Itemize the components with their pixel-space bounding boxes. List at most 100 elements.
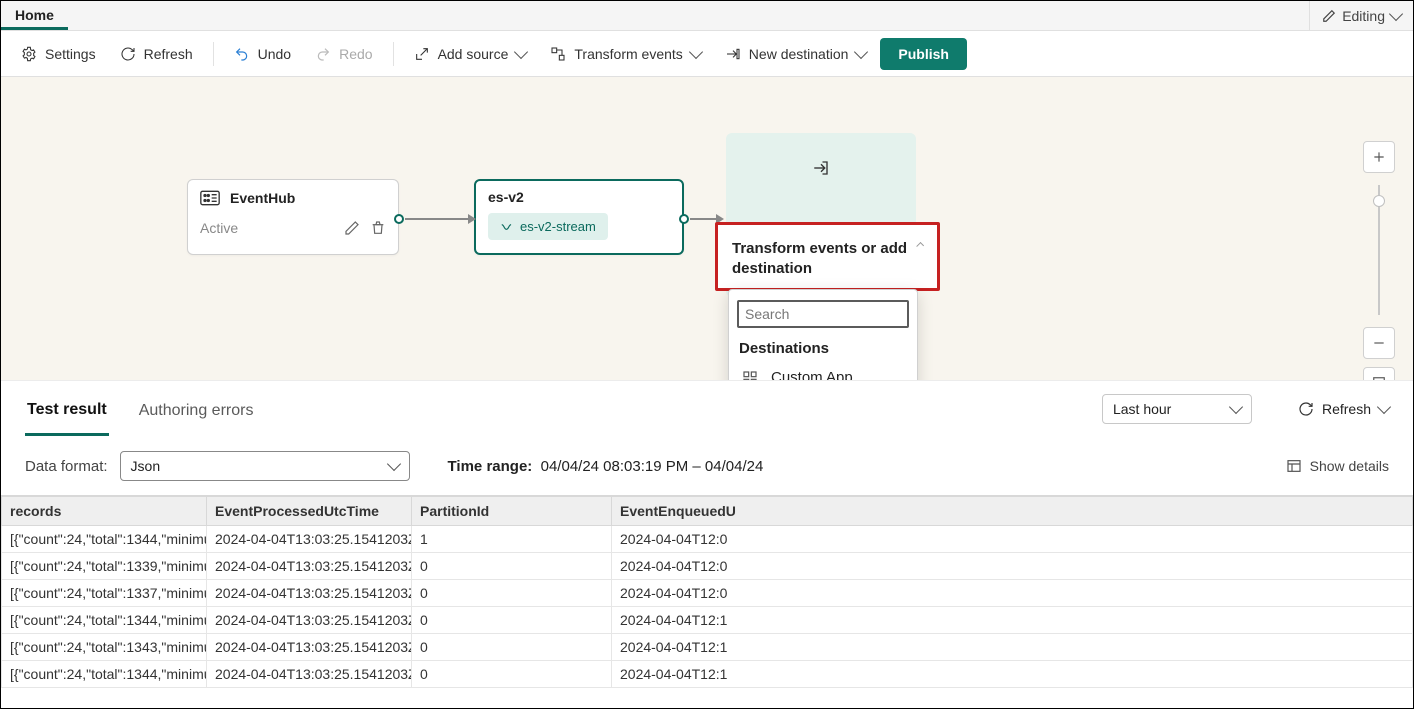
new-destination-button[interactable]: New destination <box>715 40 877 68</box>
table-cell: [{"count":24,"total":1343,"minimum" <box>2 634 207 661</box>
table-row[interactable]: [{"count":24,"total":1344,"minimum"2024-… <box>2 661 1413 688</box>
transform-icon <box>550 46 566 62</box>
table-cell: 2024-04-04T12:0 <box>612 526 1413 553</box>
table-row[interactable]: [{"count":24,"total":1344,"minimum"2024-… <box>2 607 1413 634</box>
results-refresh-button[interactable]: Refresh <box>1298 401 1389 417</box>
table-row[interactable]: [{"count":24,"total":1344,"minimum"2024-… <box>2 526 1413 553</box>
transform-events-button[interactable]: Transform events <box>540 40 710 68</box>
chevron-down-icon <box>1389 6 1403 20</box>
col-records[interactable]: records <box>2 497 207 526</box>
popup-title: Transform events or add destination <box>732 239 918 278</box>
add-source-icon <box>414 46 430 62</box>
transform-menu: Search Destinations Custom App Lakehouse… <box>728 289 918 381</box>
results-refresh-label: Refresh <box>1322 401 1371 417</box>
pencil-icon <box>1322 9 1336 23</box>
table-row[interactable]: [{"count":24,"total":1339,"minimum"2024-… <box>2 553 1413 580</box>
zoom-in-button[interactable] <box>1363 141 1395 173</box>
chevron-down-icon <box>1229 400 1243 414</box>
table-cell: 2024-04-04T12:1 <box>612 634 1413 661</box>
eventhub-title: EventHub <box>230 190 295 206</box>
destination-icon <box>725 46 741 62</box>
new-destination-label: New destination <box>749 46 849 62</box>
table-cell: 2024-04-04T13:03:25.1541203Z <box>207 634 412 661</box>
table-cell: 1 <box>412 526 612 553</box>
connector <box>690 218 718 220</box>
table-cell: 2024-04-04T13:03:25.1541203Z <box>207 661 412 688</box>
node-eventhub[interactable]: EventHub Active <box>187 179 399 255</box>
transform-popup-header[interactable]: Transform events or add destination <box>715 222 940 291</box>
stream-title: es-v2 <box>488 189 670 205</box>
col-enqueued[interactable]: EventEnqueuedU <box>612 497 1413 526</box>
table-cell: 2024-04-04T12:0 <box>612 553 1413 580</box>
table-cell: 0 <box>412 553 612 580</box>
table-cell: 0 <box>412 580 612 607</box>
zoom-slider[interactable] <box>1378 185 1380 315</box>
settings-button[interactable]: Settings <box>11 40 106 68</box>
tab-home[interactable]: Home <box>1 1 68 30</box>
menu-item-label: Custom App <box>771 369 853 381</box>
table-cell: 2024-04-04T13:03:25.1541203Z <box>207 553 412 580</box>
table-cell: 2024-04-04T13:03:25.1541203Z <box>207 607 412 634</box>
undo-button[interactable]: Undo <box>224 40 301 68</box>
grid-icon <box>741 370 759 382</box>
separator <box>213 42 214 66</box>
refresh-button[interactable]: Refresh <box>110 40 203 68</box>
results-panel: Test result Authoring errors Last hour R… <box>1 381 1413 708</box>
menu-section-destinations: Destinations <box>729 334 917 361</box>
time-select-label: Last hour <box>1113 401 1171 417</box>
table-cell: 2024-04-04T12:1 <box>612 661 1413 688</box>
chevron-up-icon <box>917 242 924 249</box>
table-cell: 0 <box>412 634 612 661</box>
add-source-button[interactable]: Add source <box>404 40 537 68</box>
table-row[interactable]: [{"count":24,"total":1337,"minimum"2024-… <box>2 580 1413 607</box>
canvas[interactable]: EventHub Active es-v2 es-v2-stream Trans… <box>1 77 1413 381</box>
table-cell: [{"count":24,"total":1337,"minimum" <box>2 580 207 607</box>
publish-button[interactable]: Publish <box>880 38 967 70</box>
editing-mode-button[interactable]: Editing <box>1309 1 1413 30</box>
results-filters: Data format: Json Time range: 04/04/24 0… <box>1 437 1413 495</box>
table-cell: [{"count":24,"total":1344,"minimum" <box>2 607 207 634</box>
transform-label: Transform events <box>574 46 682 62</box>
toolbar: Settings Refresh Undo Redo Add source Tr… <box>1 31 1413 77</box>
node-stream[interactable]: es-v2 es-v2-stream <box>474 179 684 255</box>
table-row[interactable]: [{"count":24,"total":1343,"minimum"2024-… <box>2 634 1413 661</box>
refresh-label: Refresh <box>144 46 193 62</box>
connector <box>405 218 471 220</box>
separator <box>393 42 394 66</box>
zoom-out-button[interactable] <box>1363 327 1395 359</box>
table-cell: 2024-04-04T13:03:25.1541203Z <box>207 526 412 553</box>
table-cell: [{"count":24,"total":1339,"minimum" <box>2 553 207 580</box>
menu-search-input[interactable]: Search <box>737 300 909 328</box>
col-partition[interactable]: PartitionId <box>412 497 612 526</box>
port[interactable] <box>679 214 689 224</box>
zoom-thumb[interactable] <box>1373 195 1385 207</box>
eventhub-status: Active <box>200 220 238 236</box>
pencil-icon[interactable] <box>344 220 360 236</box>
table-cell: 2024-04-04T12:1 <box>612 607 1413 634</box>
table-cell: [{"count":24,"total":1344,"minimum" <box>2 526 207 553</box>
table-cell: 0 <box>412 607 612 634</box>
col-processed[interactable]: EventProcessedUtcTime <box>207 497 412 526</box>
chevron-down-icon <box>689 44 703 58</box>
menu-item-custom-app[interactable]: Custom App <box>729 361 917 381</box>
stream-pill[interactable]: es-v2-stream <box>488 213 608 240</box>
time-select[interactable]: Last hour <box>1102 394 1252 424</box>
data-format-value: Json <box>131 458 161 474</box>
undo-icon <box>234 46 250 62</box>
tab-authoring-errors[interactable]: Authoring errors <box>137 384 256 434</box>
tab-test-result[interactable]: Test result <box>25 383 109 436</box>
table-header-row: records EventProcessedUtcTime PartitionI… <box>2 497 1413 526</box>
table-cell: [{"count":24,"total":1344,"minimum" <box>2 661 207 688</box>
zoom-fit-button[interactable] <box>1363 367 1395 381</box>
chevron-down-icon <box>386 457 400 471</box>
time-range: Time range: 04/04/24 08:03:19 PM – 04/04… <box>448 458 764 475</box>
table-cell: 2024-04-04T13:03:25.1541203Z <box>207 580 412 607</box>
refresh-icon <box>120 46 136 62</box>
trash-icon[interactable] <box>370 220 386 236</box>
show-details-button[interactable]: Show details <box>1286 458 1389 474</box>
refresh-icon <box>1298 401 1314 417</box>
port[interactable] <box>394 214 404 224</box>
data-format-select[interactable]: Json <box>120 451 410 481</box>
stream-icon <box>500 220 514 234</box>
undo-label: Undo <box>258 46 291 62</box>
